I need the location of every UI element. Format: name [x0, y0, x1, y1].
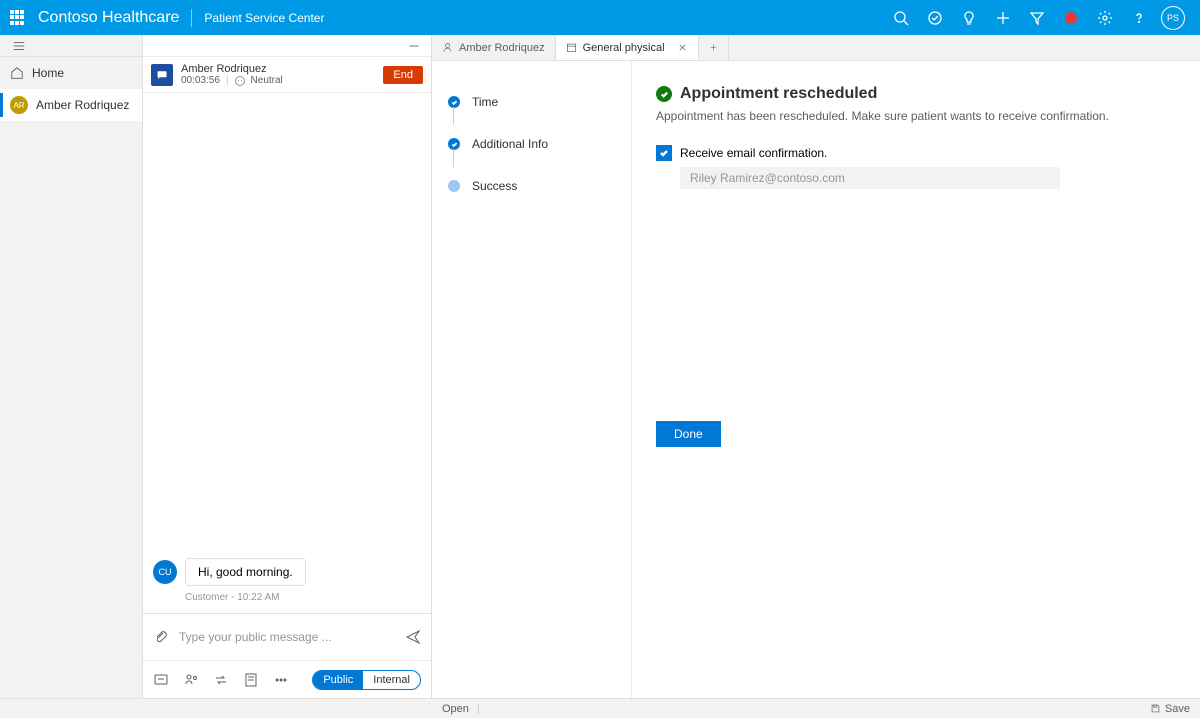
tab-strip: Amber Rodriquez General physical: [432, 35, 1200, 61]
send-icon[interactable]: [405, 629, 421, 645]
message-timestamp: Customer - 10:22 AM: [185, 592, 421, 603]
task-check-icon[interactable]: [918, 0, 952, 35]
tab-appointment[interactable]: General physical: [556, 35, 699, 60]
save-button[interactable]: Save: [1150, 703, 1190, 715]
nav-session-avatar: AR: [10, 96, 28, 114]
record-indicator[interactable]: [1054, 0, 1088, 35]
toggle-internal[interactable]: Internal: [363, 671, 420, 689]
app-subtitle: Patient Service Center: [204, 11, 324, 25]
filter-icon[interactable]: [1020, 0, 1054, 35]
nav-session-item[interactable]: AR Amber Rodriquez: [0, 89, 142, 121]
nav-collapse-toggle[interactable]: [0, 35, 142, 57]
consult-icon[interactable]: [183, 672, 199, 688]
conversation-header: Amber Rodriquez 00:03:56 | Neutral End: [143, 57, 431, 93]
workspace: Amber Rodriquez General physical Time Ad…: [432, 35, 1200, 698]
global-header: Contoso Healthcare Patient Service Cente…: [0, 0, 1200, 35]
step-additional-label: Additional Info: [472, 137, 548, 151]
message-bubble: Hi, good morning.: [185, 558, 306, 586]
end-conversation-button[interactable]: End: [383, 66, 423, 84]
nav-session-label: Amber Rodriquez: [36, 98, 129, 112]
message-input[interactable]: [179, 630, 395, 644]
settings-gear-icon[interactable]: [1088, 0, 1122, 35]
tab-customer[interactable]: Amber Rodriquez: [432, 35, 556, 60]
step-success-label: Success: [472, 179, 517, 193]
compose-area: Public Internal: [143, 613, 431, 698]
toggle-public[interactable]: Public: [313, 671, 363, 689]
success-check-icon: [656, 86, 672, 102]
channel-chat-icon: [151, 64, 173, 86]
progress-steps: Time Additional Info Success: [432, 61, 632, 698]
step-time-label: Time: [472, 95, 498, 109]
header-divider: [191, 9, 192, 27]
status-open[interactable]: Open: [442, 703, 469, 715]
message-row: CU Hi, good morning.: [153, 558, 421, 586]
email-confirmation-checkbox[interactable]: [656, 145, 672, 161]
nav-home-label: Home: [32, 66, 64, 80]
nav-home[interactable]: Home: [0, 57, 142, 89]
status-bar: Open | Save: [0, 698, 1200, 718]
sentiment-neutral-icon: [235, 76, 245, 86]
visibility-toggle[interactable]: Public Internal: [312, 670, 421, 690]
message-list: CU Hi, good morning. Customer - 10:22 AM: [143, 93, 431, 613]
add-icon[interactable]: [986, 0, 1020, 35]
tab-customer-label: Amber Rodriquez: [459, 42, 545, 54]
email-input[interactable]: Riley Ramirez@contoso.com: [680, 167, 1060, 189]
lightbulb-icon[interactable]: [952, 0, 986, 35]
left-navigation: Home AR Amber Rodriquez: [0, 35, 143, 698]
help-icon[interactable]: [1122, 0, 1156, 35]
sentiment-label: Neutral: [251, 75, 283, 86]
save-label: Save: [1165, 703, 1190, 715]
search-icon[interactable]: [884, 0, 918, 35]
quick-reply-icon[interactable]: [153, 672, 169, 688]
more-icon[interactable]: [273, 672, 289, 688]
conversation-panel: Amber Rodriquez 00:03:56 | Neutral End C…: [143, 35, 432, 698]
detail-pane: Appointment rescheduled Appointment has …: [632, 61, 1200, 698]
step-additional-info[interactable]: Additional Info: [448, 123, 631, 165]
app-launcher-icon[interactable]: [10, 10, 26, 26]
detail-title: Appointment rescheduled: [680, 85, 877, 103]
user-avatar[interactable]: PS: [1156, 0, 1190, 35]
conversation-customer-name: Amber Rodriquez: [181, 63, 383, 75]
attachment-icon[interactable]: [153, 629, 169, 645]
tab-close-icon[interactable]: [677, 42, 688, 53]
brand-title: Contoso Healthcare: [38, 9, 179, 27]
step-success[interactable]: Success: [448, 165, 631, 207]
tab-appointment-label: General physical: [583, 42, 665, 54]
new-tab-button[interactable]: [699, 35, 729, 60]
conversation-minimize[interactable]: [143, 35, 431, 57]
step-time[interactable]: Time: [448, 81, 631, 123]
detail-subtitle: Appointment has been rescheduled. Make s…: [656, 109, 1176, 123]
transfer-icon[interactable]: [213, 672, 229, 688]
conversation-timer: 00:03:56: [181, 75, 220, 86]
email-confirmation-label: Receive email confirmation.: [680, 146, 827, 160]
notes-icon[interactable]: [243, 672, 259, 688]
done-button[interactable]: Done: [656, 421, 721, 447]
message-avatar: CU: [153, 560, 177, 584]
